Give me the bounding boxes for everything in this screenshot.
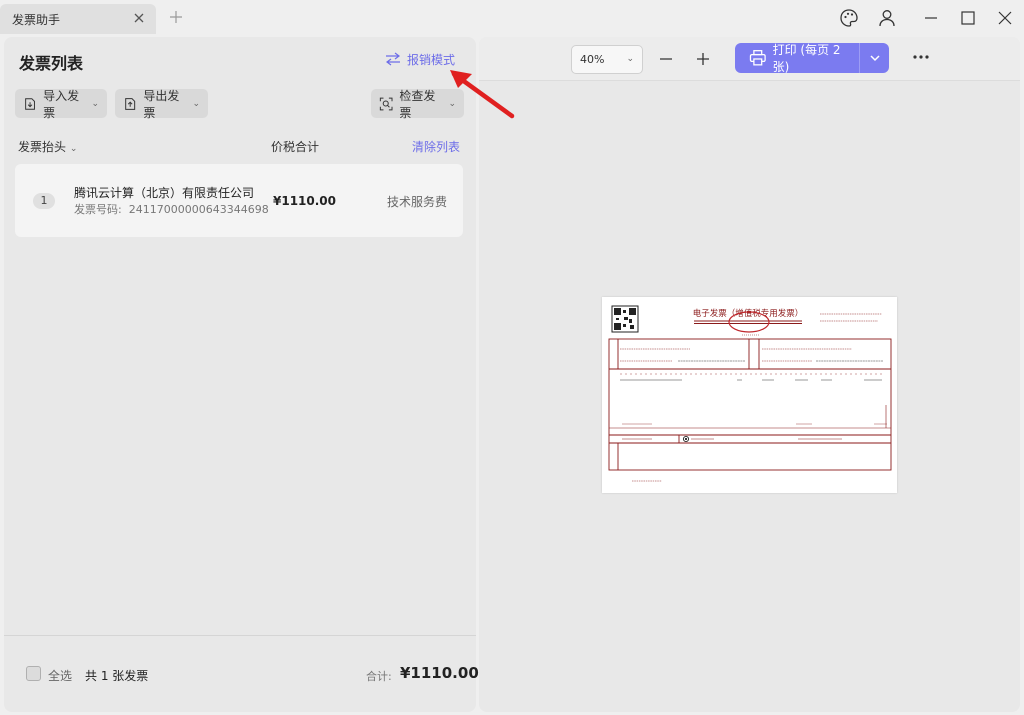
export-label: 导出发票 xyxy=(143,88,180,120)
check-label: 检查发票 xyxy=(399,88,436,120)
swap-icon xyxy=(386,52,400,66)
tab-invoice-assistant[interactable]: 发票助手 xyxy=(0,4,156,34)
chevron-down-icon: ⌄ xyxy=(91,98,99,109)
select-all-label[interactable]: 全选 xyxy=(48,667,72,684)
row-index: 1 xyxy=(33,193,55,209)
panel-title: 发票列表 xyxy=(19,54,84,73)
chevron-down-icon: ⌄ xyxy=(69,144,78,154)
import-invoice-button[interactable]: 导入发票 ⌄ xyxy=(15,88,107,120)
annotation-arrow-icon xyxy=(450,70,515,119)
preview-toolbar: 40% ⌄ 打印 (每页 2 张) xyxy=(479,37,1020,81)
column-header-title[interactable]: 发票抬头 ⌄ xyxy=(18,138,77,155)
minus-icon[interactable] xyxy=(656,49,676,69)
invoice-document: 电子发票（增值税专用发票） xyxy=(608,305,892,482)
palette-icon[interactable] xyxy=(839,8,859,28)
preview-panel: 40% ⌄ 打印 (每页 2 张) 电子发票（增值税专用发票） xyxy=(479,37,1020,712)
sum-value: ¥1110.00 xyxy=(400,664,479,682)
invoice-preview-title: 电子发票（增值税专用发票） xyxy=(693,308,804,319)
print-options-button[interactable] xyxy=(860,43,889,73)
chevron-down-icon: ⌄ xyxy=(192,98,200,109)
qr-code-icon xyxy=(611,305,639,333)
row-category: 技术服务费 xyxy=(387,195,448,209)
sum-label: 合计: xyxy=(366,670,392,683)
export-invoice-button[interactable]: 导出发票 ⌄ xyxy=(115,88,208,120)
maximize-icon[interactable] xyxy=(958,8,978,28)
ellipsis-icon[interactable] xyxy=(910,47,932,67)
plus-icon[interactable] xyxy=(693,49,713,69)
invoice-list-panel: 发票列表 报销模式 导入发票 ⌄ 导出发票 ⌄ 检查发票 ⌄ 发票抬头 ⌄ 价税… xyxy=(4,37,479,712)
print-label: 打印 (每页 2 张) xyxy=(772,43,841,74)
row-invoice-code: 发票号码: 24117000000643344698 xyxy=(74,201,269,217)
row-amount: ¥1110.00 xyxy=(273,194,337,208)
new-tab-icon[interactable] xyxy=(168,9,184,25)
mode-button-label: 报销模式 xyxy=(407,52,456,67)
chevron-down-icon xyxy=(869,55,880,62)
title-bar: 发票助手 xyxy=(0,0,1024,36)
printer-icon xyxy=(749,50,766,66)
tab-label: 发票助手 xyxy=(12,13,61,27)
row-code-value: 24117000000643344698 xyxy=(128,203,269,216)
print-button[interactable]: 打印 (每页 2 张) xyxy=(735,43,889,74)
scan-search-icon xyxy=(379,97,393,110)
minimize-icon[interactable] xyxy=(921,8,941,28)
export-icon xyxy=(125,97,136,110)
clear-list-link[interactable]: 清除列表 xyxy=(412,138,460,155)
close-icon[interactable] xyxy=(131,10,147,26)
footer-divider xyxy=(4,635,476,636)
invoice-preview-page[interactable]: 电子发票（增值税专用发票） xyxy=(602,297,897,493)
zoom-value: 40% xyxy=(580,53,605,66)
column-header-label: 发票抬头 xyxy=(18,140,67,154)
row-code-label: 发票号码: xyxy=(74,203,122,216)
import-label: 导入发票 xyxy=(43,88,80,120)
import-icon xyxy=(25,97,35,110)
reimbursement-mode-button[interactable]: 报销模式 xyxy=(385,50,455,68)
invoice-count: 共 1 张发票 xyxy=(85,669,149,683)
invoice-list-item[interactable]: 1 腾讯云计算（北京）有限责任公司 发票号码: 2411700000064334… xyxy=(15,164,463,237)
user-icon[interactable] xyxy=(877,8,897,28)
print-main-action[interactable]: 打印 (每页 2 张) xyxy=(735,43,859,74)
row-company-name: 腾讯云计算（北京）有限责任公司 xyxy=(74,186,255,200)
close-window-icon[interactable] xyxy=(995,8,1015,28)
column-header-amount: 价税合计 xyxy=(271,140,320,154)
select-all-checkbox[interactable] xyxy=(26,666,41,681)
zoom-select[interactable]: 40% ⌄ xyxy=(571,45,643,74)
chevron-down-icon: ⌄ xyxy=(626,54,634,64)
